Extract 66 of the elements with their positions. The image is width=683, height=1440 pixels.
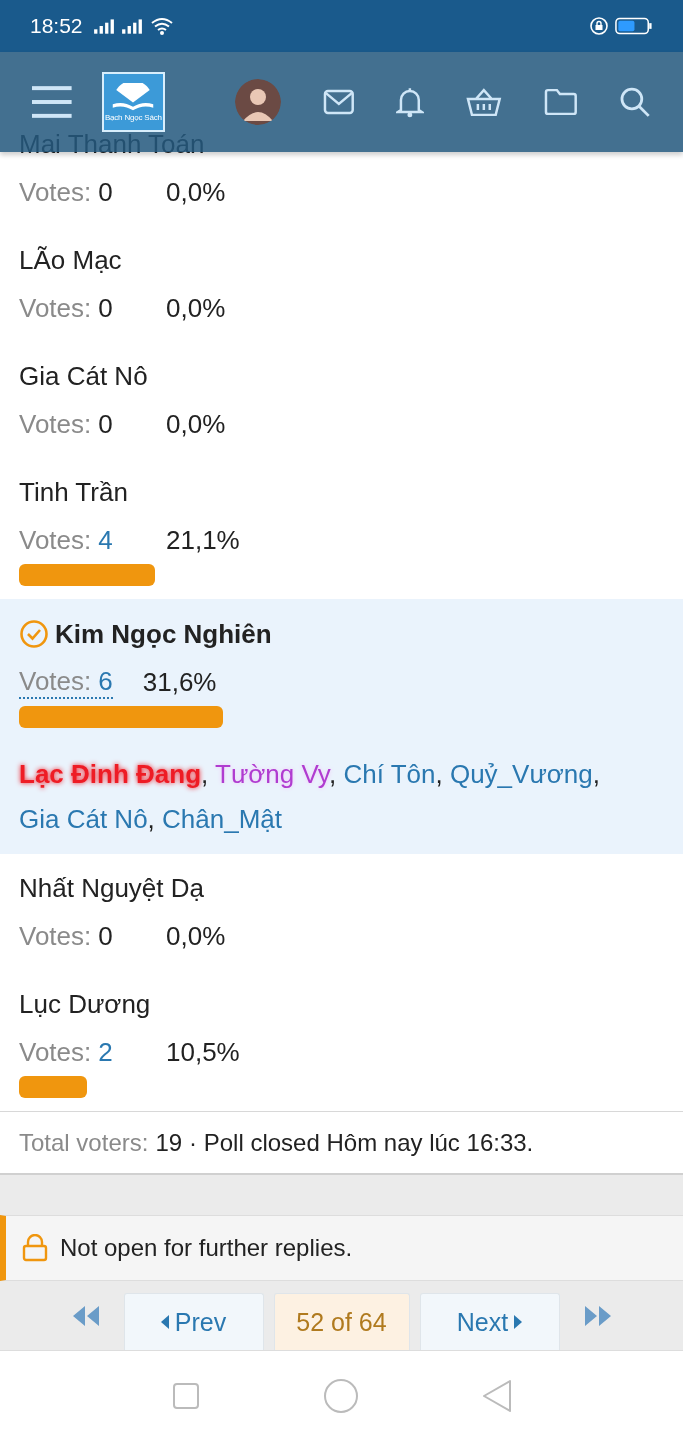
votes-label: Votes: [19,292,92,324]
votes-count: 0 [98,408,113,440]
signal-icon [120,17,143,35]
battery-icon [615,16,653,36]
separator: , [201,759,209,789]
vote-percent: 0,0% [166,176,226,208]
option-name: Lục Dương [19,988,151,1020]
voter-link[interactable]: Gia Cát Nô [19,804,148,834]
voter-link[interactable]: Chân_Mật [162,804,283,834]
bell-icon[interactable] [396,86,424,118]
folder-icon[interactable] [543,88,578,116]
voter-link[interactable]: Lạc Đinh Đang [19,759,201,789]
vote-percent: 31,6% [142,666,217,698]
votes-label: Votes: [19,408,92,440]
caret-right-icon [514,1315,523,1329]
votes-label: Votes: [19,176,92,208]
separator: , [147,804,155,834]
vote-percent: 0,0% [166,408,226,440]
votes-label: Votes: [19,920,92,952]
lock-icon [22,1234,48,1262]
option-name: LÃo Mạc [19,244,122,276]
menu-icon[interactable] [32,85,72,119]
first-page-icon[interactable] [71,1304,100,1327]
search-icon[interactable] [619,86,651,118]
voter-link[interactable]: Chí Tôn [343,759,436,789]
option-name: Kim Ngọc Nghiên [55,618,272,650]
rotation-lock-icon [589,16,609,36]
last-page-icon[interactable] [583,1304,612,1327]
votes-link[interactable]: 2 [98,1036,113,1068]
book-icon [111,82,156,113]
caret-left-icon [160,1315,169,1329]
total-voters-label: Total voters: [19,1128,149,1157]
site-logo[interactable]: Bạch Ngọc Sách [101,72,166,132]
votes-link[interactable]: 4 [98,524,113,556]
votes-count: 0 [98,292,113,324]
votes-label: Votes: [19,524,92,556]
check-circle-icon [19,619,49,649]
votes-label: Votes: [19,665,92,697]
vote-percent: 0,0% [166,920,226,952]
notice-text: Not open for further replies. [60,1234,353,1262]
page-indicator[interactable]: 52 of 64 [273,1293,410,1350]
logo-text: Bạch Ngọc Sách [104,112,162,122]
vote-percent: 10,5% [166,1036,240,1068]
basket-icon[interactable] [466,87,502,117]
vote-percent: 0,0% [166,292,226,324]
mail-icon[interactable] [322,89,355,115]
avatar[interactable] [235,79,281,125]
poll-closed-text: · Poll closed Hôm nay lúc 16:33. [189,1128,534,1157]
votes-link[interactable]: 6 [98,665,113,697]
voter-link[interactable]: Tường Vy [215,759,329,789]
vote-bar [19,1076,87,1098]
prev-button[interactable]: Prev [123,1293,264,1350]
separator: , [435,759,443,789]
signal-icon [92,17,115,35]
next-button[interactable]: Next [419,1293,560,1350]
total-voters: 19 [155,1128,183,1157]
status-time: 18:52 [30,14,83,38]
votes-label: Votes: [19,1036,92,1068]
votes-count: 0 [98,920,113,952]
voter-link[interactable]: Quỷ_Vương [449,759,593,789]
option-name: Gia Cát Nô [19,360,148,392]
option-name: Tinh Trần [19,476,128,508]
vote-percent: 21,1% [166,524,240,556]
votes-count: 0 [98,176,113,208]
separator: , [592,759,600,789]
option-name: Nhất Nguyệt Dạ [19,872,204,904]
